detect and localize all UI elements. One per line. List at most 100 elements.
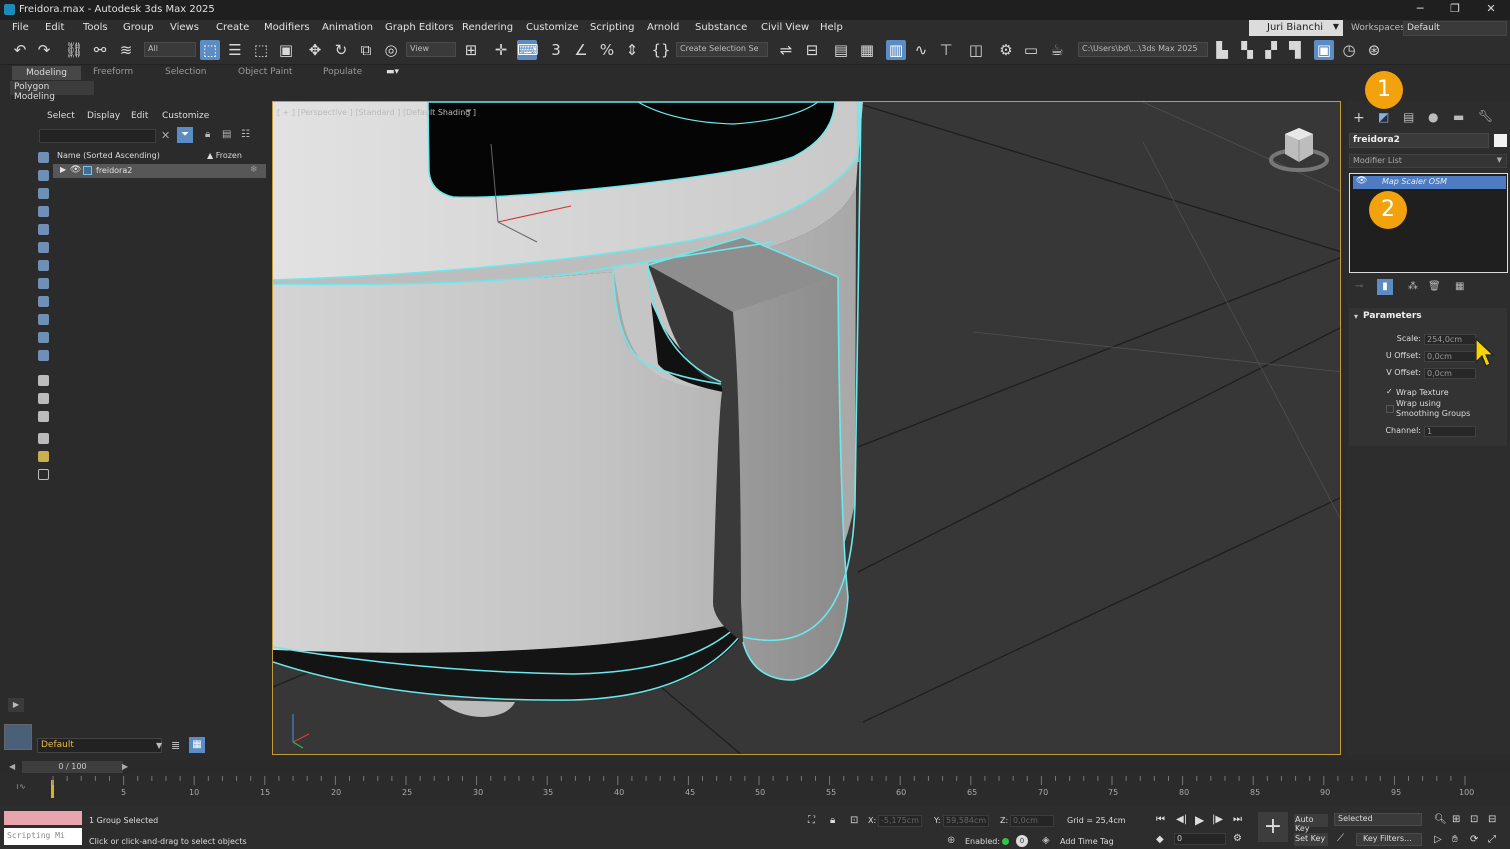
bind-space-warp-icon[interactable]: ≋ <box>116 40 136 60</box>
close-button[interactable]: ✕ <box>1483 2 1499 18</box>
display-geometry-icon[interactable] <box>38 152 49 163</box>
time-slider-track[interactable] <box>0 760 1510 774</box>
snaps-toggle-icon[interactable]: 3 <box>546 40 566 60</box>
display-containers-icon[interactable] <box>38 314 49 325</box>
menu-customize[interactable]: Customize <box>526 22 579 33</box>
scale-spinner[interactable]: 254,0cm <box>1424 334 1476 345</box>
se-menu-customize[interactable]: Customize <box>162 111 209 121</box>
clear-search-icon[interactable]: ✕ <box>161 129 170 142</box>
display-invert-icon[interactable] <box>38 411 49 422</box>
orbit-icon[interactable]: ⟳ <box>1470 834 1478 845</box>
scene-row[interactable]: ▶ 👁︎ freidora2 ❄ <box>53 164 266 178</box>
modifier-stack-item[interactable]: 👁︎ Map Scaler OSM <box>1353 176 1506 189</box>
layers-icon[interactable]: ≣ <box>171 739 180 752</box>
se-menu-display[interactable]: Display <box>87 111 120 121</box>
menu-rendering[interactable]: Rendering <box>462 22 513 33</box>
project-folder-dropdown[interactable]: C:\Users\bd\...\3ds Max 2025 <box>1078 42 1208 57</box>
menu-edit[interactable]: Edit <box>45 22 64 33</box>
set-key-big-icon[interactable]: + <box>1258 812 1288 842</box>
wrap-texture-checkbox[interactable]: ✓ <box>1386 387 1393 396</box>
minimize-button[interactable]: ─ <box>1412 2 1428 18</box>
time-prev-icon[interactable]: ◀ <box>9 762 15 771</box>
rotate-icon[interactable]: ↻ <box>331 40 351 60</box>
spinner-snap-icon[interactable]: ⇕ <box>622 40 642 60</box>
z-coordinate-field[interactable]: 0,0cm <box>1010 815 1054 827</box>
move-icon[interactable]: ✥ <box>305 40 325 60</box>
next-frame-icon[interactable]: |▶ <box>1212 814 1223 825</box>
perspective-viewport[interactable]: [ + ] [Perspective ] [Standard ] [Defaul… <box>272 101 1341 755</box>
redo-icon[interactable]: ↷ <box>34 40 54 60</box>
play-icon[interactable]: ▶ <box>8 698 24 712</box>
user-account-dropdown[interactable]: Juri Bianchi ▼ <box>1249 20 1343 36</box>
ribbon-polygon-modeling[interactable]: Polygon Modeling <box>10 81 94 102</box>
display-cameras-icon[interactable] <box>38 206 49 217</box>
auto-key-button[interactable]: Auto Key <box>1294 814 1328 833</box>
current-frame-field[interactable]: 0 <box>1174 833 1226 845</box>
previous-frame-icon[interactable]: ◀| <box>1176 814 1187 825</box>
layer-toggle-icon[interactable]: ▦ <box>189 737 205 753</box>
absolute-mode-icon[interactable]: ⊡ <box>850 815 858 826</box>
add-time-tag[interactable]: Add Time Tag <box>1060 837 1114 846</box>
display-groups-icon[interactable] <box>38 260 49 271</box>
wrap-smoothing-checkbox[interactable] <box>1386 405 1394 413</box>
set-key-button[interactable]: Set Key <box>1294 833 1328 846</box>
eye-icon[interactable]: 👁︎ <box>70 165 81 175</box>
x-coordinate-field[interactable]: -5,175cm <box>878 815 922 827</box>
hierarchy-icon[interactable]: ▤ <box>222 129 231 140</box>
menu-animation[interactable]: Animation <box>322 22 373 33</box>
ribbon-tab-selection[interactable]: Selection <box>165 67 206 77</box>
hierarchy-tab-icon[interactable]: ▤ <box>1403 110 1414 124</box>
display-tab-icon[interactable]: ▬ <box>1453 110 1464 124</box>
selection-lock-icon[interactable]: 🔒︎ <box>830 815 835 826</box>
time-next-icon[interactable]: ▶ <box>122 762 128 771</box>
keyboard-shortcut-override-icon[interactable]: ⌨ <box>517 40 539 60</box>
zoom-extents-icon[interactable]: ⊡ <box>1470 814 1478 825</box>
adaptive-degradation-icon[interactable]: ⊕ <box>947 835 955 846</box>
motion-tab-icon[interactable]: ● <box>1428 110 1438 124</box>
track-bar-icon[interactable]: ≀∿ <box>16 782 26 791</box>
display-helpers-icon[interactable] <box>38 224 49 235</box>
column-name[interactable]: Name (Sorted Ascending) <box>57 151 160 160</box>
menu-views[interactable]: Views <box>170 22 199 33</box>
display-bones-icon[interactable] <box>38 296 49 307</box>
display-none-icon[interactable] <box>38 393 49 404</box>
display-lights-icon[interactable] <box>38 188 49 199</box>
ribbon-options-icon[interactable]: ▬▾ <box>386 67 399 77</box>
viewport-layout-2-icon[interactable]: ▚ <box>1237 40 1257 60</box>
display-space-warps-icon[interactable] <box>38 242 49 253</box>
schematic-view-icon[interactable]: ⊤ <box>936 40 956 60</box>
viewport-layout-3-icon[interactable]: ▞ <box>1261 40 1281 60</box>
modifier-list-dropdown[interactable]: Modifier List ▼ <box>1349 154 1507 168</box>
filter-selected-icon[interactable] <box>38 451 49 462</box>
layer-dropdown[interactable]: Default <box>37 738 162 753</box>
y-coordinate-field[interactable]: 59,584cm <box>943 815 989 827</box>
freeze-icon[interactable]: ❄ <box>250 165 258 175</box>
unlink-icon[interactable]: ⚯ <box>90 40 110 60</box>
search-help-icon[interactable]: ⊛ <box>1364 40 1384 60</box>
viewport-filter-icon[interactable]: ⏷ <box>465 107 472 117</box>
menu-group[interactable]: Group <box>123 22 153 33</box>
rollout-title[interactable]: Parameters <box>1363 311 1422 321</box>
pivot-center-icon[interactable]: ⊞ <box>461 40 481 60</box>
channel-spinner[interactable]: 1 <box>1424 426 1476 437</box>
column-frozen[interactable]: ▲ Frozen <box>207 151 242 160</box>
time-slider-thumb[interactable]: 0 / 100 <box>22 761 123 773</box>
scene-search-input[interactable] <box>39 129 156 143</box>
scripting-mini-input[interactable]: Scripting Mi <box>4 828 82 845</box>
render-setup-icon[interactable]: ⚙ <box>996 40 1016 60</box>
menu-file[interactable]: File <box>12 22 29 33</box>
align-icon[interactable]: ⊟ <box>802 40 822 60</box>
select-by-name-icon[interactable]: ☰ <box>225 40 245 60</box>
menu-tools[interactable]: Tools <box>83 22 108 33</box>
field-of-view-icon[interactable]: ▷ <box>1434 834 1442 845</box>
find-icon[interactable] <box>38 469 49 480</box>
display-hidden-icon[interactable] <box>38 350 49 361</box>
time-configuration-icon[interactable]: ⚙ <box>1233 833 1242 844</box>
go-to-start-icon[interactable]: ⏮ <box>1156 814 1165 825</box>
selection-filter-dropdown[interactable]: All <box>144 42 196 57</box>
play-animation-icon[interactable]: ▶ <box>1195 813 1204 827</box>
menu-substance[interactable]: Substance <box>695 22 747 33</box>
percent-snap-icon[interactable]: % <box>597 40 617 60</box>
show-end-result-icon[interactable]: ▮ <box>1377 279 1393 295</box>
named-selection-set-dropdown[interactable]: Create Selection Se <box>676 42 768 57</box>
